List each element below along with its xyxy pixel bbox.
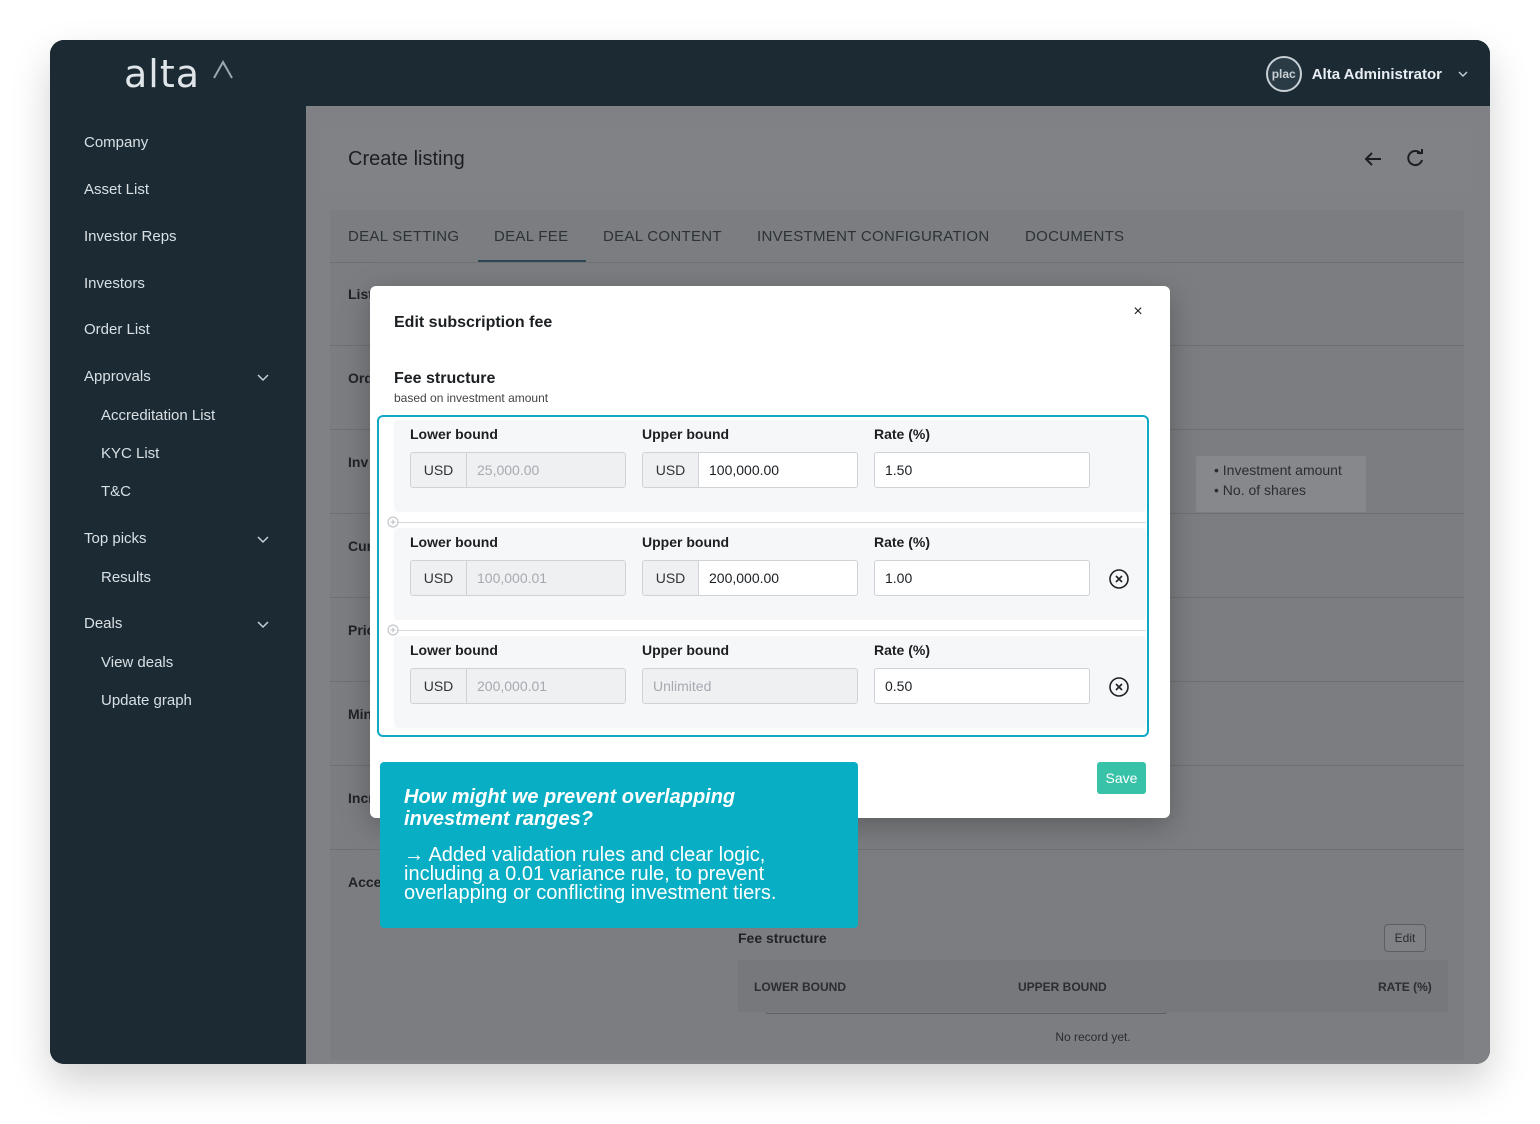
fee-structure-subtitle: based on investment amount: [394, 391, 549, 405]
sidebar: Company Asset List Investor Reps Investo…: [50, 106, 306, 1064]
active-tab-indicator: [478, 260, 586, 262]
save-button[interactable]: Save: [1097, 762, 1146, 794]
tab-deal-setting[interactable]: DEAL SETTING: [348, 228, 459, 245]
chevron-down-icon[interactable]: [256, 370, 270, 384]
row-label-investment: Inv: [348, 454, 369, 470]
sidebar-item-accreditation-list[interactable]: Accreditation List: [101, 407, 215, 424]
fee-structure-heading: Fee structure: [394, 370, 496, 387]
refresh-icon[interactable]: [1404, 148, 1426, 170]
tab-bar: DEAL SETTING DEAL FEE DEAL CONTENT INVES…: [330, 210, 1464, 263]
sidebar-item-investors[interactable]: Investors: [84, 275, 145, 292]
alta-logo: alta: [124, 52, 201, 96]
row-label-currency: Cur: [348, 538, 373, 554]
sidebar-item-asset-list[interactable]: Asset List: [84, 181, 149, 198]
sidebar-item-approvals[interactable]: Approvals: [84, 368, 151, 385]
modal-title: Edit subscription fee: [394, 314, 553, 331]
top-bar: alta plac Alta Administrator: [50, 40, 1490, 106]
sidebar-item-kyc-list[interactable]: KYC List: [101, 445, 159, 462]
user-name: Alta Administrator: [1311, 65, 1442, 83]
user-menu[interactable]: plac Alta Administrator: [1265, 56, 1468, 92]
th-rate: RATE (%): [1378, 980, 1432, 994]
sidebar-item-results[interactable]: Results: [101, 569, 151, 586]
sidebar-item-order-list[interactable]: Order List: [84, 321, 150, 338]
chevron-down-icon: [1458, 71, 1468, 77]
chevron-down-icon[interactable]: [256, 617, 270, 631]
investment-type-options: • Investment amount • No. of shares: [1196, 456, 1366, 512]
option-investment-amount[interactable]: • Investment amount: [1214, 462, 1366, 478]
close-icon[interactable]: ×: [1128, 302, 1148, 322]
callout-question: How might we prevent overlapping investm…: [404, 786, 736, 830]
row-label-min: Min: [348, 706, 373, 722]
avatar: plac: [1265, 56, 1302, 92]
tab-documents[interactable]: DOCUMENTS: [1025, 228, 1124, 245]
tier-highlight-outline: [377, 415, 1149, 737]
chevron-down-icon[interactable]: [256, 532, 270, 546]
row-label-accept: Acce: [348, 874, 382, 890]
page-header: Create listing: [322, 126, 1474, 194]
logo-mark-icon: [213, 59, 233, 79]
option-no-of-shares[interactable]: • No. of shares: [1214, 482, 1366, 498]
empty-state: No record yet.: [1055, 1030, 1131, 1044]
callout-answer: → Added validation rules and clear logic…: [404, 844, 777, 904]
design-callout: How might we prevent overlapping investm…: [380, 762, 858, 928]
edit-fee-modal: Edit subscription fee × Fee structure ba…: [370, 286, 1170, 818]
edit-button[interactable]: Edit: [1384, 924, 1426, 952]
sidebar-item-update-graph[interactable]: Update graph: [101, 692, 192, 709]
fee-structure-title: Fee structure: [738, 930, 827, 946]
tab-deal-fee[interactable]: DEAL FEE: [494, 228, 568, 245]
sidebar-item-view-deals[interactable]: View deals: [101, 654, 173, 671]
sidebar-item-company[interactable]: Company: [84, 134, 148, 151]
tab-investment-configuration[interactable]: INVESTMENT CONFIGURATION: [757, 228, 990, 245]
sidebar-item-deals[interactable]: Deals: [84, 615, 122, 632]
sidebar-item-tc[interactable]: T&C: [101, 483, 131, 500]
fee-table-header: LOWER BOUND UPPER BOUND RATE (%): [738, 960, 1448, 1012]
th-lower-bound: LOWER BOUND: [754, 980, 846, 994]
tab-deal-content[interactable]: DEAL CONTENT: [603, 228, 722, 245]
sidebar-item-top-picks[interactable]: Top picks: [84, 530, 147, 547]
th-upper-bound: UPPER BOUND: [1018, 980, 1107, 994]
back-arrow-icon[interactable]: [1362, 148, 1384, 170]
page-title: Create listing: [348, 148, 465, 170]
sidebar-item-investor-reps[interactable]: Investor Reps: [84, 228, 177, 245]
